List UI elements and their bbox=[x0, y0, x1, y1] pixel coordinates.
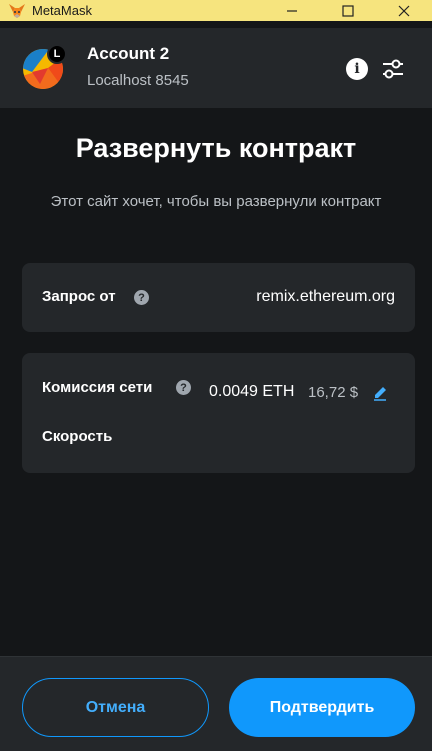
maximize-button[interactable] bbox=[320, 0, 376, 21]
fee-label: Комиссия сети bbox=[42, 379, 153, 396]
confirm-button[interactable]: Подтвердить bbox=[229, 678, 415, 737]
account-header: L Account 2 Localhost 8545 i bbox=[0, 28, 432, 108]
action-footer: Отмена Подтвердить bbox=[0, 656, 432, 751]
origin-value: remix.ethereum.org bbox=[256, 288, 395, 305]
metamask-fox-icon bbox=[8, 3, 26, 19]
fee-fiat-value: 16,72 $ bbox=[308, 384, 359, 401]
question-icon[interactable]: ? bbox=[176, 380, 191, 395]
account-type-badge: L bbox=[47, 44, 67, 64]
account-name: Account 2 bbox=[87, 44, 170, 63]
close-icon bbox=[398, 5, 410, 16]
page-title: Развернуть контракт bbox=[75, 133, 357, 163]
minimize-icon bbox=[287, 9, 297, 12]
network-fee-card: Комиссия сети ? 0.0049 ETH 16,72 $ Скоро… bbox=[22, 353, 415, 473]
cancel-button[interactable]: Отмена bbox=[22, 678, 209, 737]
window-controls bbox=[264, 0, 432, 21]
question-icon[interactable]: ? bbox=[134, 290, 149, 305]
settings-button[interactable] bbox=[380, 56, 406, 82]
window-title: MetaMask bbox=[32, 3, 92, 18]
maximize-icon bbox=[342, 4, 354, 17]
close-button[interactable] bbox=[376, 0, 432, 21]
sliders-icon bbox=[383, 59, 403, 79]
info-icon: i bbox=[354, 61, 360, 77]
network-name: Localhost 8545 bbox=[87, 72, 189, 89]
page-subtitle: Этот сайт хочет, чтобы вы развернули кон… bbox=[50, 193, 382, 210]
origin-label: Запрос от bbox=[42, 288, 116, 305]
speed-label: Скорость bbox=[42, 428, 113, 445]
request-origin-card: Запрос от ? remix.ethereum.org bbox=[22, 263, 415, 332]
pencil-icon[interactable] bbox=[372, 385, 388, 401]
window-titlebar: MetaMask bbox=[0, 0, 432, 21]
fee-eth-value: 0.0049 ETH bbox=[209, 383, 295, 400]
minimize-button[interactable] bbox=[264, 0, 320, 21]
info-button[interactable]: i bbox=[346, 58, 368, 80]
